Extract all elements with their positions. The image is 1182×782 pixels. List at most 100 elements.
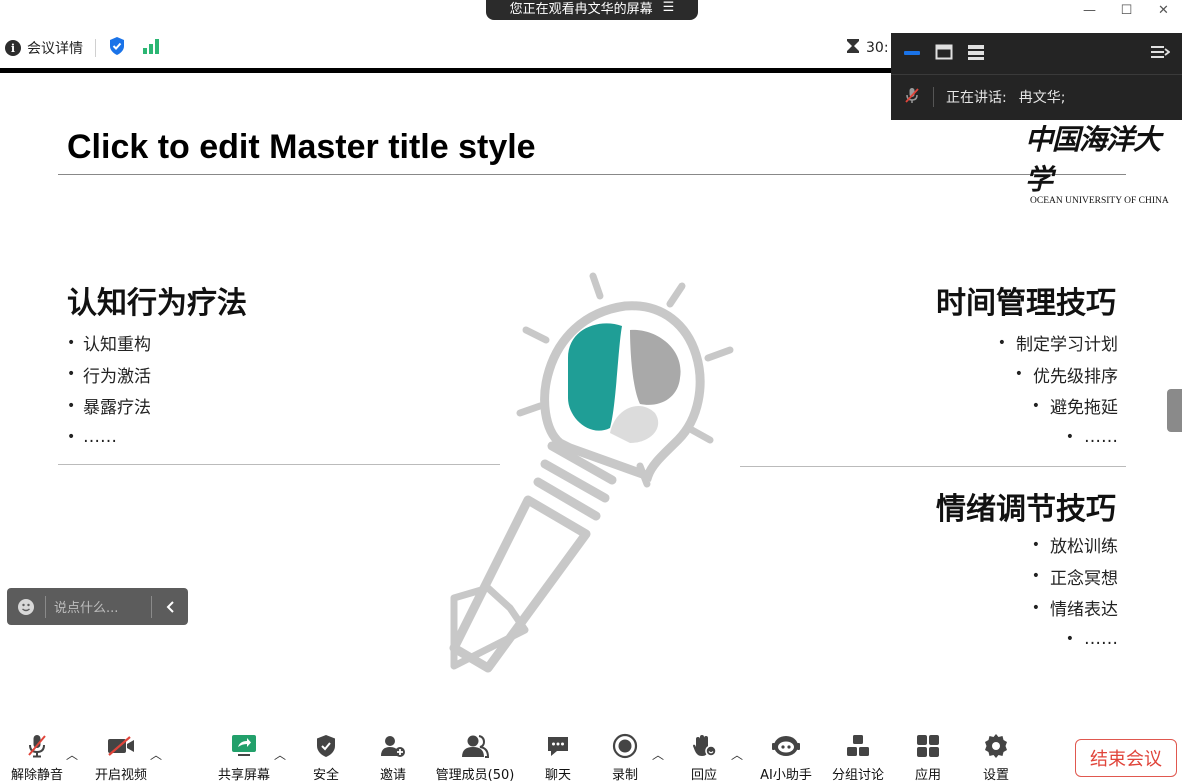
ai-robot-icon bbox=[771, 728, 801, 764]
logo-english-text: OCEAN UNIVERSITY OF CHINA bbox=[1030, 196, 1169, 206]
record-options-caret-icon[interactable]: ︿ bbox=[652, 746, 664, 763]
share-options-caret-icon[interactable]: ︿ bbox=[274, 746, 286, 763]
muted-mic-icon bbox=[903, 86, 921, 108]
panel-menu-icon[interactable] bbox=[1150, 43, 1171, 65]
add-user-icon bbox=[379, 728, 407, 764]
list-item: 暴露疗法 bbox=[67, 390, 267, 422]
logo-chinese-text: 中国海洋大学 bbox=[1025, 123, 1161, 196]
right-top-list: • 制定学习计划 • 优先级排序 • 避免拖延 •…… bbox=[900, 327, 1118, 453]
share-screen-button[interactable]: 共享屏幕 bbox=[204, 728, 284, 782]
right-bottom-list: • 放松训练 • 正念冥想 • 情绪表达 •…… bbox=[900, 529, 1118, 655]
list-item: • 避免拖延 bbox=[1031, 397, 1118, 419]
breakout-icon bbox=[845, 728, 871, 764]
single-view-icon[interactable] bbox=[935, 43, 953, 65]
list-item: • 放松训练 bbox=[1031, 536, 1118, 558]
speaker-panel: 正在讲话: 冉文华; bbox=[891, 33, 1182, 120]
active-speaker-row: 正在讲话: 冉文华; bbox=[891, 75, 1182, 119]
meeting-details-label: 会议详情 bbox=[27, 41, 83, 57]
info-icon: i bbox=[5, 40, 21, 56]
divider bbox=[933, 87, 934, 107]
minimize-button[interactable]: — bbox=[1071, 0, 1108, 20]
invite-button[interactable]: 邀请 bbox=[353, 728, 433, 782]
hourglass-icon bbox=[846, 38, 860, 58]
speaker-name: 冉文华; bbox=[1018, 90, 1066, 106]
divider bbox=[95, 39, 96, 57]
meeting-toolbar: 解除静音 ︿ 开启视频 ︿ 共享屏幕 ︿ 安全 邀请 管理成员(50) 聊天 录… bbox=[0, 728, 1182, 782]
screen-share-banner[interactable]: 您正在观看冉文华的屏幕 ☰ bbox=[486, 0, 698, 20]
right-bottom-heading: 情绪调节技巧 bbox=[936, 492, 1116, 527]
timer-text: 30: bbox=[866, 40, 889, 56]
reactions-label: 回应 bbox=[690, 768, 717, 782]
audio-options-caret-icon[interactable]: ︿ bbox=[66, 746, 78, 763]
list-item: • 正念冥想 bbox=[1031, 568, 1118, 589]
shield-icon bbox=[314, 728, 338, 764]
participants-button[interactable]: 管理成员(50) bbox=[425, 728, 525, 782]
speaker-panel-controls bbox=[891, 33, 1182, 75]
raise-hand-icon bbox=[690, 728, 718, 764]
settings-label: 设置 bbox=[982, 768, 1009, 782]
signal-icon[interactable] bbox=[142, 38, 160, 58]
window-controls: — ☐ ✕ bbox=[1071, 0, 1182, 20]
list-item: • 制定学习计划 bbox=[997, 334, 1118, 356]
ai-assistant-label: AI小助手 bbox=[760, 768, 812, 782]
share-screen-label: 共享屏幕 bbox=[217, 768, 270, 782]
meeting-window: — ☐ ✕ 您正在观看冉文华的屏幕 ☰ i 会议详情 30: Click to … bbox=[0, 0, 1182, 782]
right-top-heading: 时间管理技巧 bbox=[936, 286, 1116, 321]
gear-icon bbox=[983, 728, 1009, 764]
share-banner-text: 您正在观看冉文华的屏幕 bbox=[509, 1, 653, 17]
record-label: 录制 bbox=[611, 768, 638, 782]
chat-label: 聊天 bbox=[544, 768, 571, 782]
list-item: 认知重构 bbox=[67, 327, 267, 359]
collapse-chevron-icon[interactable] bbox=[152, 600, 188, 614]
participants-icon bbox=[460, 728, 490, 764]
breakout-rooms-button[interactable]: 分组讨论 bbox=[818, 728, 898, 782]
start-video-button[interactable]: 开启视频 bbox=[81, 728, 161, 782]
chat-input-placeholder[interactable]: 说点什么... bbox=[46, 597, 151, 616]
reactions-options-caret-icon[interactable]: ︿ bbox=[731, 746, 743, 763]
title-divider bbox=[58, 174, 1126, 175]
meeting-timer: 30: bbox=[846, 33, 889, 63]
muted-mic-icon bbox=[25, 728, 49, 764]
list-item: • 情绪表达 bbox=[1031, 599, 1118, 621]
share-screen-icon bbox=[230, 728, 258, 764]
list-view-icon[interactable] bbox=[967, 43, 985, 65]
list-item: •…… bbox=[1065, 629, 1118, 650]
maximize-button[interactable]: ☐ bbox=[1108, 0, 1145, 20]
slide-title: Click to edit Master title style bbox=[67, 128, 536, 166]
ai-assistant-button[interactable]: AI小助手 bbox=[746, 728, 826, 782]
participants-label: 管理成员(50) bbox=[435, 768, 515, 782]
left-section-heading: 认知行为疗法 bbox=[67, 286, 247, 321]
list-item: …… bbox=[67, 422, 267, 454]
chat-bubble-icon bbox=[545, 728, 571, 764]
university-logo: 中国海洋大学 OCEAN UNIVERSITY OF CHINA bbox=[1025, 118, 1182, 206]
brain-bulb-pencil-illustration bbox=[449, 272, 734, 673]
list-item: •…… bbox=[1065, 427, 1118, 448]
right-divider bbox=[740, 466, 1126, 467]
security-label: 安全 bbox=[312, 768, 339, 782]
end-meeting-label: 结束会议 bbox=[1090, 749, 1162, 770]
left-divider bbox=[58, 464, 500, 465]
invite-label: 邀请 bbox=[379, 768, 406, 782]
end-meeting-button[interactable]: 结束会议 bbox=[1075, 739, 1177, 777]
meeting-details[interactable]: i 会议详情 bbox=[5, 38, 83, 58]
apps-label: 应用 bbox=[914, 768, 941, 782]
side-panel-handle[interactable] bbox=[1167, 389, 1182, 432]
video-options-caret-icon[interactable]: ︿ bbox=[150, 746, 162, 763]
start-video-label: 开启视频 bbox=[94, 768, 147, 782]
quick-chat-box[interactable]: 说点什么... bbox=[7, 588, 188, 625]
speaking-label: 正在讲话: bbox=[946, 90, 1007, 106]
close-button[interactable]: ✕ bbox=[1145, 0, 1182, 20]
settings-button[interactable]: 设置 bbox=[956, 728, 1036, 782]
list-item: • 优先级排序 bbox=[1014, 366, 1118, 387]
video-off-icon bbox=[106, 728, 136, 764]
left-section-list: 认知重构 行为激活 暴露疗法 …… bbox=[67, 327, 267, 453]
breakout-label: 分组讨论 bbox=[831, 768, 884, 782]
menu-icon[interactable]: ☰ bbox=[663, 0, 675, 15]
emoji-icon[interactable] bbox=[7, 598, 45, 616]
record-icon bbox=[612, 728, 638, 764]
unmute-label: 解除静音 bbox=[10, 768, 63, 782]
list-item: 行为激活 bbox=[67, 359, 267, 391]
minimize-view-icon[interactable] bbox=[903, 43, 921, 65]
apps-grid-icon bbox=[915, 728, 941, 764]
shield-icon[interactable] bbox=[108, 36, 126, 60]
